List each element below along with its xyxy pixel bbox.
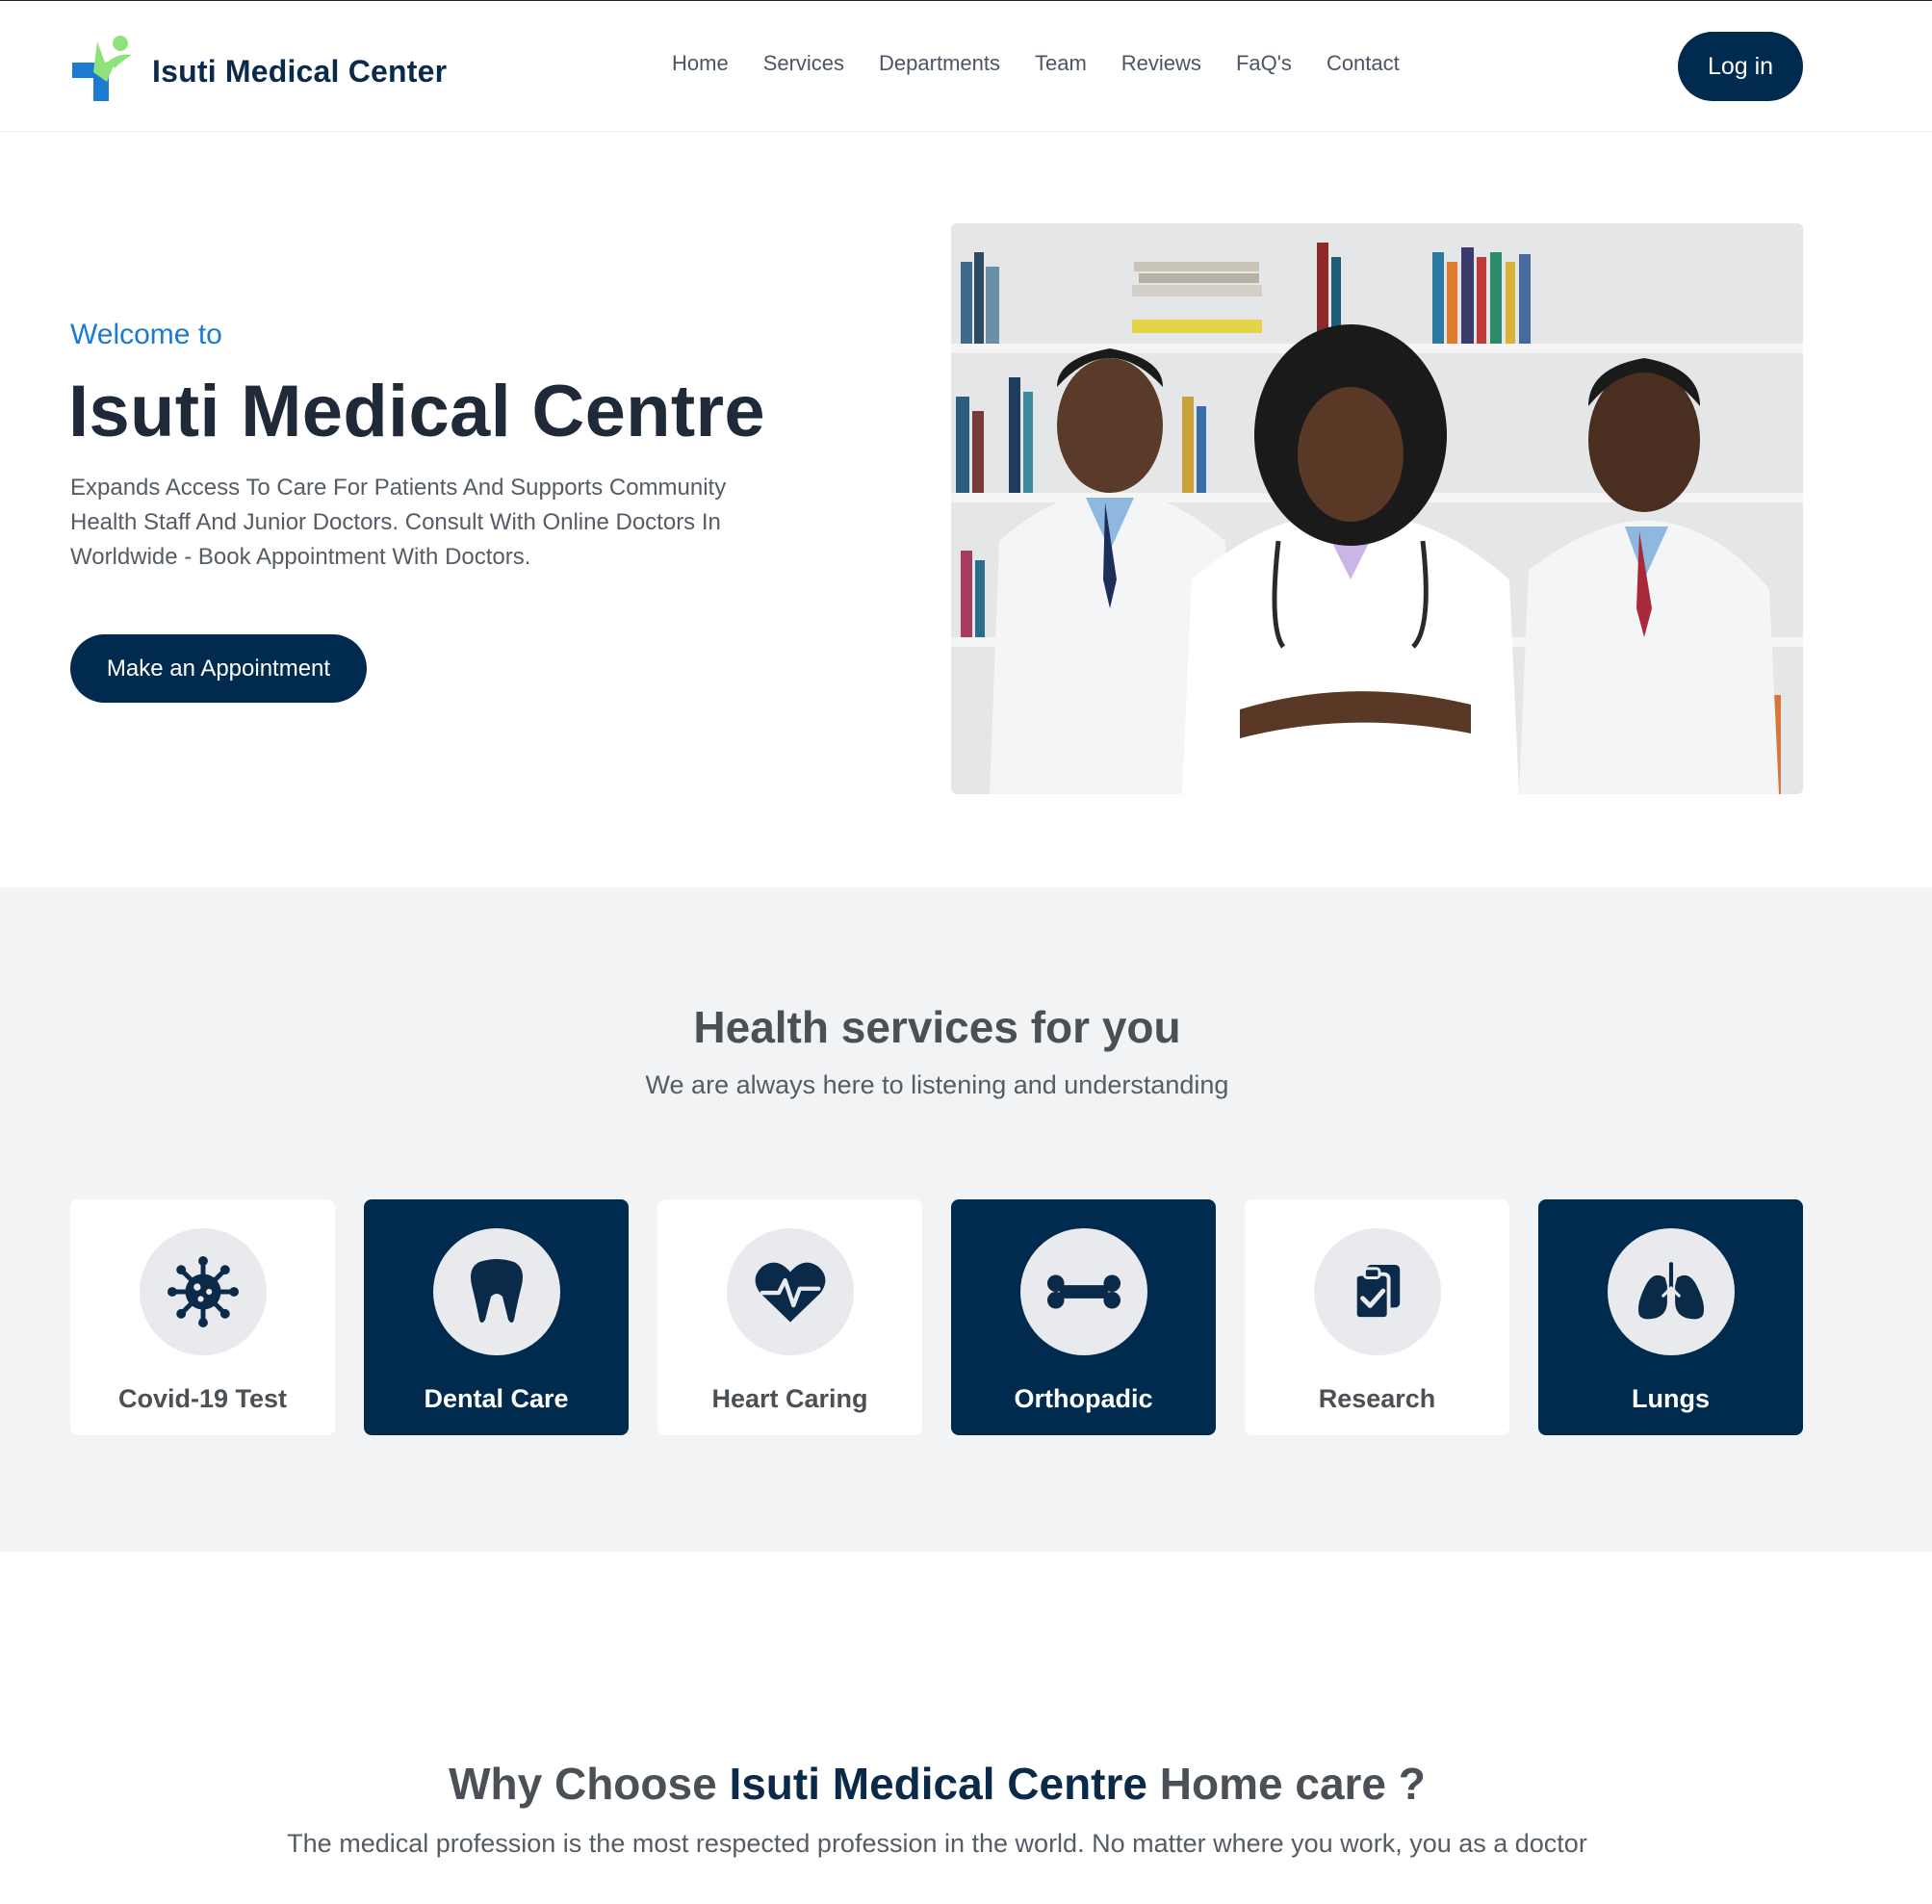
medical-cross-logo-icon bbox=[72, 34, 136, 110]
service-label: Dental Care bbox=[424, 1384, 569, 1413]
hero-title: Isuti Medical Centre bbox=[68, 371, 765, 452]
lungs-icon bbox=[1608, 1228, 1735, 1355]
main-nav: Home Services Departments Team Reviews F… bbox=[672, 51, 1434, 76]
nav-reviews[interactable]: Reviews bbox=[1121, 51, 1201, 76]
nav-home[interactable]: Home bbox=[672, 51, 729, 76]
why-title-accent: Isuti Medical Centre bbox=[729, 1759, 1147, 1809]
make-appointment-button[interactable]: Make an Appointment bbox=[70, 634, 367, 703]
nav-faqs[interactable]: FaQ's bbox=[1236, 51, 1292, 76]
site-header: Isuti Medical Center Home Services Depar… bbox=[0, 0, 1932, 132]
service-card-covid[interactable]: Covid-19 Test bbox=[70, 1199, 335, 1435]
services-subtitle: We are always here to listening and unde… bbox=[645, 1070, 1229, 1099]
service-label: Research bbox=[1318, 1384, 1436, 1413]
brand-name: Isuti Medical Center bbox=[152, 54, 448, 89]
service-label: Heart Caring bbox=[711, 1384, 868, 1413]
hero-description: Expands Access To Care For Patients And … bbox=[70, 475, 727, 570]
why-title-suffix: Home care ? bbox=[1147, 1759, 1426, 1809]
services-title: Health services for you bbox=[693, 1002, 1181, 1052]
heart-pulse-icon bbox=[727, 1228, 854, 1355]
service-card-heart[interactable]: Heart Caring bbox=[657, 1199, 922, 1435]
hero-doctors-photo bbox=[951, 223, 1803, 794]
nav-services[interactable]: Services bbox=[763, 51, 844, 76]
why-choose-description: The medical profession is the most respe… bbox=[287, 1829, 1587, 1858]
service-card-dental[interactable]: Dental Care bbox=[364, 1199, 629, 1435]
service-card-research[interactable]: Research bbox=[1245, 1199, 1509, 1435]
service-label: Orthopadic bbox=[1014, 1384, 1153, 1413]
tooth-icon bbox=[433, 1228, 560, 1355]
hero-welcome-text: Welcome to bbox=[70, 319, 222, 350]
service-label: Lungs bbox=[1632, 1384, 1710, 1413]
virus-icon bbox=[140, 1228, 267, 1355]
nav-contact[interactable]: Contact bbox=[1327, 51, 1400, 76]
service-card-lungs[interactable]: Lungs bbox=[1538, 1199, 1803, 1435]
login-button[interactable]: Log in bbox=[1678, 32, 1803, 101]
service-label: Covid-19 Test bbox=[117, 1384, 288, 1413]
service-card-orthopadic[interactable]: Orthopadic bbox=[951, 1199, 1216, 1435]
brand-logo-link[interactable]: Isuti Medical Center bbox=[72, 34, 447, 110]
why-choose-title: Why Choose Isuti Medical Centre Home car… bbox=[0, 1758, 1874, 1810]
why-title-prefix: Why Choose bbox=[449, 1759, 730, 1809]
nav-departments[interactable]: Departments bbox=[879, 51, 1000, 76]
bone-icon bbox=[1020, 1228, 1147, 1355]
nav-team[interactable]: Team bbox=[1035, 51, 1087, 76]
clipboard-check-icon bbox=[1314, 1228, 1441, 1355]
